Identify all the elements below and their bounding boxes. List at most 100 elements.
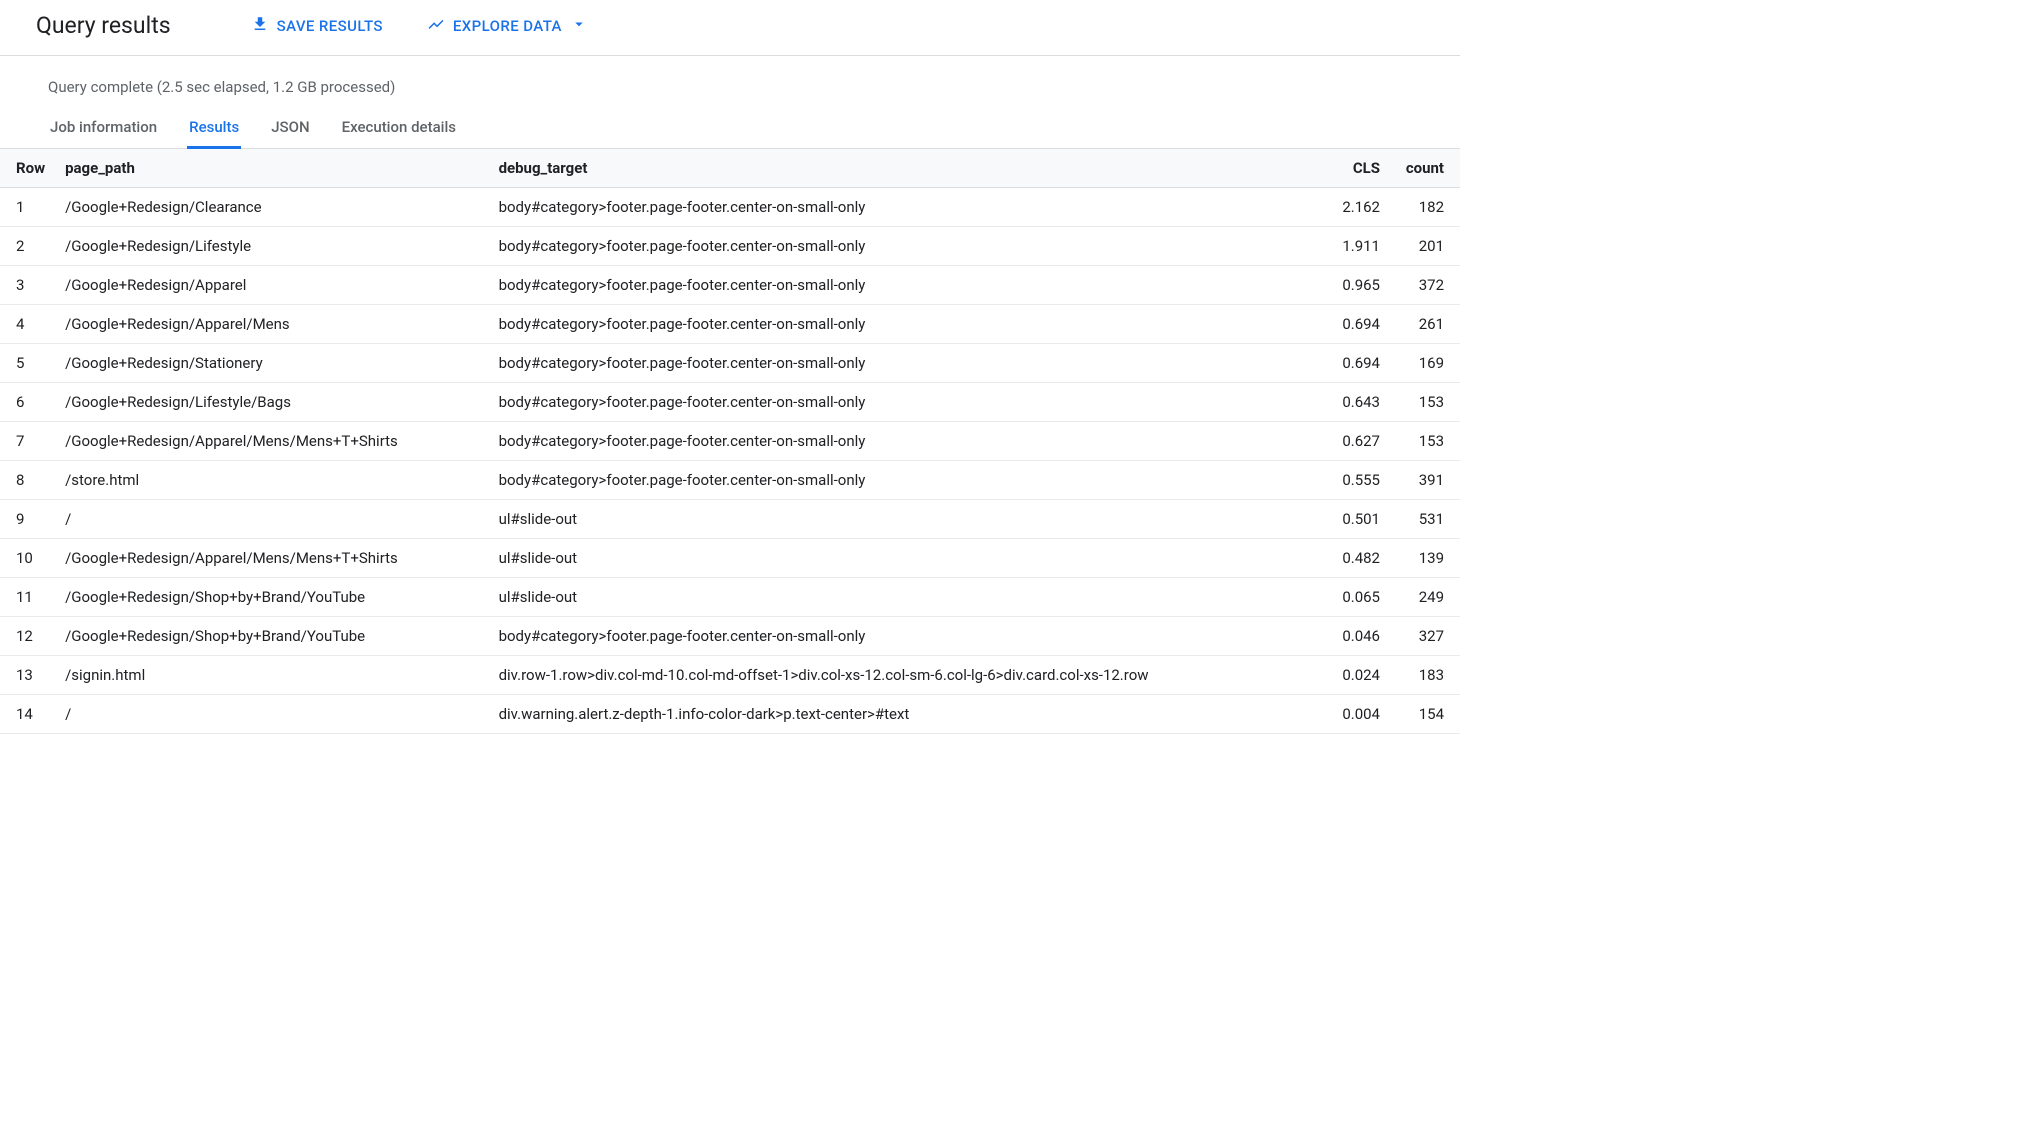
- page-title: Query results: [36, 12, 171, 39]
- download-icon: [251, 15, 269, 37]
- cell-row: 10: [0, 539, 55, 578]
- results-table: Row page_path debug_target CLS count 1/G…: [0, 149, 1460, 734]
- cell-row: 7: [0, 422, 55, 461]
- cell-cls: 0.004: [1312, 695, 1390, 734]
- chart-icon: [427, 15, 445, 37]
- table-row: 2/Google+Redesign/Lifestylebody#category…: [0, 227, 1460, 266]
- cell-row: 12: [0, 617, 55, 656]
- cell-count: 139: [1390, 539, 1460, 578]
- cell-count: 153: [1390, 422, 1460, 461]
- cell-count: 201: [1390, 227, 1460, 266]
- cell-cls: 0.965: [1312, 266, 1390, 305]
- cell-cls: 0.555: [1312, 461, 1390, 500]
- cell-count: 182: [1390, 188, 1460, 227]
- cell-count: 372: [1390, 266, 1460, 305]
- explore-data-label: EXPLORE DATA: [453, 17, 562, 35]
- cell-count: 183: [1390, 656, 1460, 695]
- cell-page-path: /store.html: [55, 461, 488, 500]
- chevron-down-icon: [570, 15, 588, 37]
- cell-row: 4: [0, 305, 55, 344]
- cell-row: 6: [0, 383, 55, 422]
- cell-debug-target: body#category>footer.page-footer.center-…: [489, 266, 1312, 305]
- cell-cls: 1.911: [1312, 227, 1390, 266]
- cell-row: 13: [0, 656, 55, 695]
- cell-cls: 0.046: [1312, 617, 1390, 656]
- cell-count: 391: [1390, 461, 1460, 500]
- save-results-label: SAVE RESULTS: [277, 17, 383, 35]
- cell-cls: 2.162: [1312, 188, 1390, 227]
- cell-debug-target: body#category>footer.page-footer.center-…: [489, 344, 1312, 383]
- cell-page-path: /Google+Redesign/Apparel/Mens/Mens+T+Shi…: [55, 539, 488, 578]
- cell-cls: 0.627: [1312, 422, 1390, 461]
- table-row: 10/Google+Redesign/Apparel/Mens/Mens+T+S…: [0, 539, 1460, 578]
- table-row: 3/Google+Redesign/Apparelbody#category>f…: [0, 266, 1460, 305]
- header-bar: Query results SAVE RESULTS EXPLORE DATA: [0, 0, 1460, 56]
- cell-debug-target: body#category>footer.page-footer.center-…: [489, 383, 1312, 422]
- cell-count: 327: [1390, 617, 1460, 656]
- cell-page-path: /Google+Redesign/Lifestyle: [55, 227, 488, 266]
- cell-page-path: /: [55, 500, 488, 539]
- cell-cls: 0.482: [1312, 539, 1390, 578]
- table-row: 5/Google+Redesign/Stationerybody#categor…: [0, 344, 1460, 383]
- col-header-count: count: [1390, 149, 1460, 188]
- cell-page-path: /Google+Redesign/Apparel/Mens/Mens+T+Shi…: [55, 422, 488, 461]
- cell-cls: 0.501: [1312, 500, 1390, 539]
- table-row: 1/Google+Redesign/Clearancebody#category…: [0, 188, 1460, 227]
- cell-debug-target: body#category>footer.page-footer.center-…: [489, 617, 1312, 656]
- save-results-button[interactable]: SAVE RESULTS: [251, 15, 383, 37]
- cell-debug-target: ul#slide-out: [489, 500, 1312, 539]
- table-row: 13/signin.htmldiv.row-1.row>div.col-md-1…: [0, 656, 1460, 695]
- table-row: 11/Google+Redesign/Shop+by+Brand/YouTube…: [0, 578, 1460, 617]
- table-row: 14/div.warning.alert.z-depth-1.info-colo…: [0, 695, 1460, 734]
- cell-page-path: /: [55, 695, 488, 734]
- col-header-debug-target: debug_target: [489, 149, 1312, 188]
- cell-debug-target: body#category>footer.page-footer.center-…: [489, 188, 1312, 227]
- cell-row: 8: [0, 461, 55, 500]
- cell-cls: 0.643: [1312, 383, 1390, 422]
- tab-execution-details[interactable]: Execution details: [340, 110, 458, 149]
- cell-cls: 0.024: [1312, 656, 1390, 695]
- cell-row: 1: [0, 188, 55, 227]
- cell-count: 249: [1390, 578, 1460, 617]
- cell-row: 14: [0, 695, 55, 734]
- col-header-page-path: page_path: [55, 149, 488, 188]
- cell-row: 5: [0, 344, 55, 383]
- cell-debug-target: body#category>footer.page-footer.center-…: [489, 422, 1312, 461]
- query-status: Query complete (2.5 sec elapsed, 1.2 GB …: [0, 56, 1460, 110]
- cell-debug-target: div.warning.alert.z-depth-1.info-color-d…: [489, 695, 1312, 734]
- cell-page-path: /Google+Redesign/Shop+by+Brand/YouTube: [55, 617, 488, 656]
- cell-row: 11: [0, 578, 55, 617]
- explore-data-button[interactable]: EXPLORE DATA: [427, 15, 588, 37]
- cell-cls: 0.065: [1312, 578, 1390, 617]
- tab-json[interactable]: JSON: [269, 110, 311, 149]
- cell-cls: 0.694: [1312, 305, 1390, 344]
- cell-debug-target: body#category>footer.page-footer.center-…: [489, 227, 1312, 266]
- cell-page-path: /Google+Redesign/Clearance: [55, 188, 488, 227]
- result-tabs: Job information Results JSON Execution d…: [0, 110, 1460, 149]
- cell-debug-target: ul#slide-out: [489, 539, 1312, 578]
- cell-page-path: /Google+Redesign/Shop+by+Brand/YouTube: [55, 578, 488, 617]
- tab-job-information[interactable]: Job information: [48, 110, 159, 149]
- cell-count: 154: [1390, 695, 1460, 734]
- cell-page-path: /signin.html: [55, 656, 488, 695]
- cell-cls: 0.694: [1312, 344, 1390, 383]
- cell-count: 153: [1390, 383, 1460, 422]
- table-header-row: Row page_path debug_target CLS count: [0, 149, 1460, 188]
- cell-page-path: /Google+Redesign/Lifestyle/Bags: [55, 383, 488, 422]
- table-row: 8/store.htmlbody#category>footer.page-fo…: [0, 461, 1460, 500]
- cell-debug-target: body#category>footer.page-footer.center-…: [489, 461, 1312, 500]
- cell-row: 2: [0, 227, 55, 266]
- table-row: 9/ul#slide-out0.501531: [0, 500, 1460, 539]
- table-row: 12/Google+Redesign/Shop+by+Brand/YouTube…: [0, 617, 1460, 656]
- cell-debug-target: div.row-1.row>div.col-md-10.col-md-offse…: [489, 656, 1312, 695]
- cell-page-path: /Google+Redesign/Apparel/Mens: [55, 305, 488, 344]
- cell-count: 261: [1390, 305, 1460, 344]
- col-header-cls: CLS: [1312, 149, 1390, 188]
- cell-debug-target: ul#slide-out: [489, 578, 1312, 617]
- table-row: 7/Google+Redesign/Apparel/Mens/Mens+T+Sh…: [0, 422, 1460, 461]
- cell-debug-target: body#category>footer.page-footer.center-…: [489, 305, 1312, 344]
- cell-page-path: /Google+Redesign/Stationery: [55, 344, 488, 383]
- tab-results[interactable]: Results: [187, 110, 241, 149]
- table-row: 6/Google+Redesign/Lifestyle/Bagsbody#cat…: [0, 383, 1460, 422]
- table-row: 4/Google+Redesign/Apparel/Mensbody#categ…: [0, 305, 1460, 344]
